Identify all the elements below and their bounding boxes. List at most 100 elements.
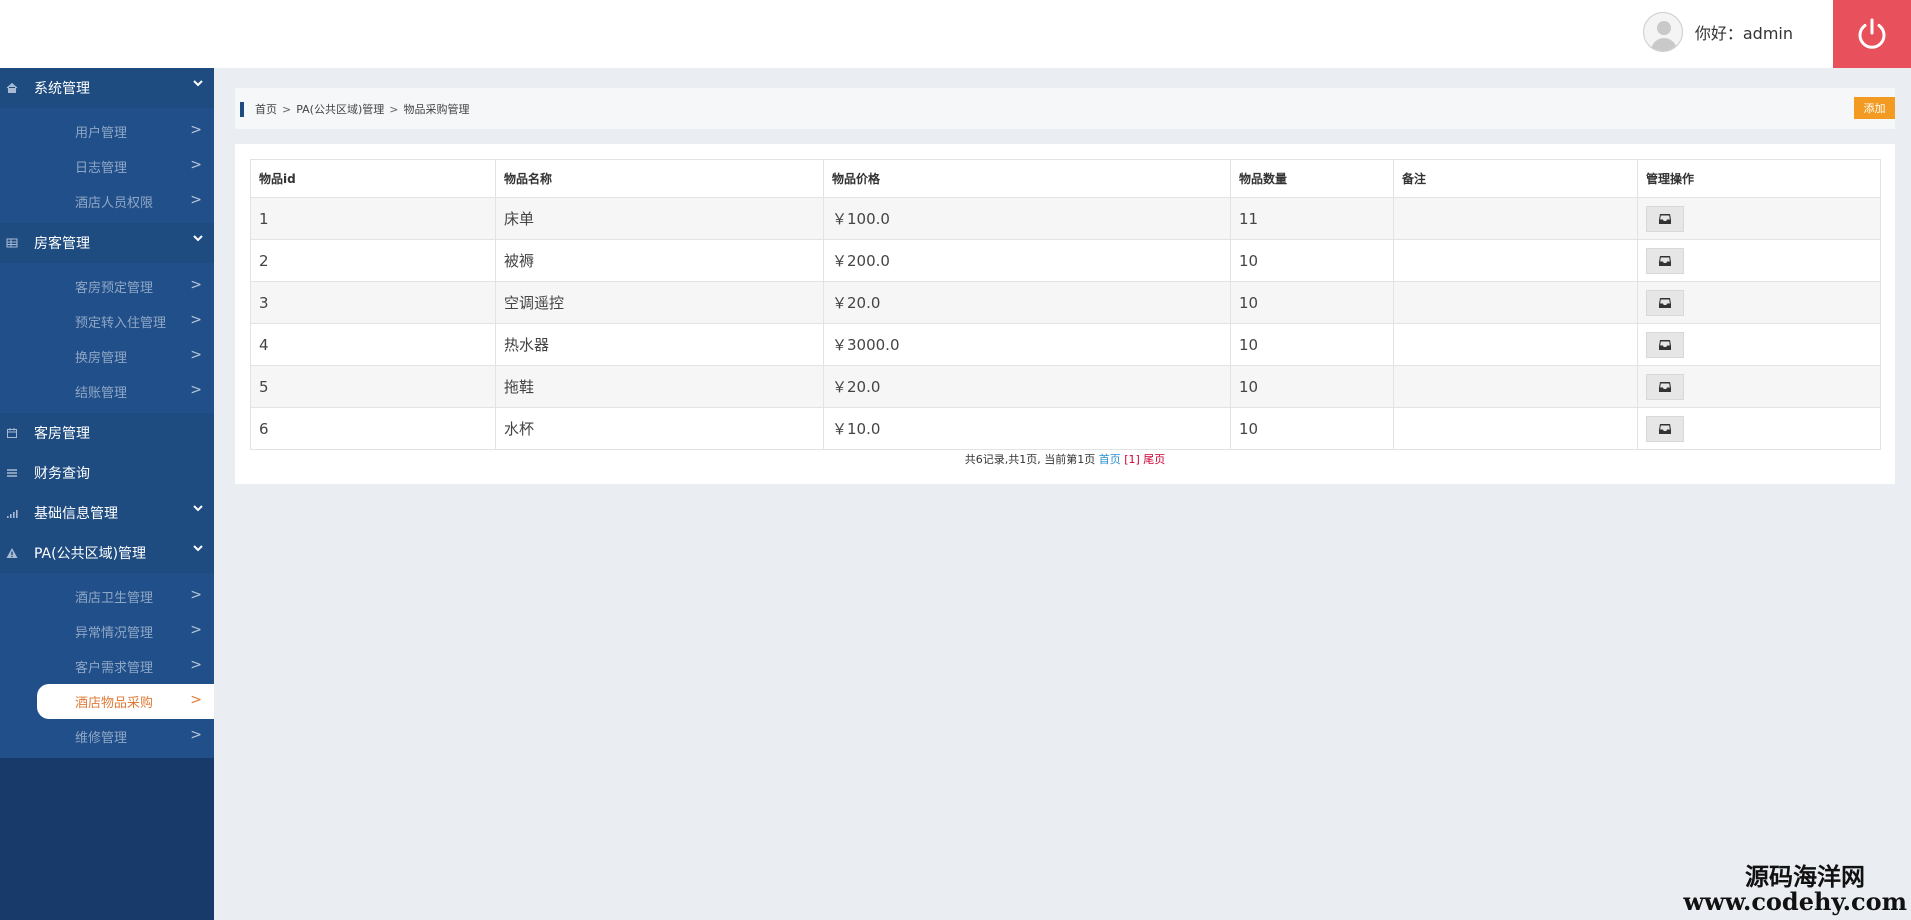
edit-row-button[interactable] xyxy=(1646,331,1684,358)
home-icon xyxy=(6,82,18,93)
table-icon xyxy=(6,238,18,248)
cell-actions xyxy=(1637,407,1881,450)
table-row: 4 热水器 ￥3000.0 10 xyxy=(250,323,1881,366)
sidebar-group-guests[interactable]: 房客管理 xyxy=(0,223,214,263)
cell-id: 1 xyxy=(250,197,496,240)
chevron-right-icon: > xyxy=(190,727,202,743)
cell-id: 6 xyxy=(250,407,496,450)
cell-id: 3 xyxy=(250,281,496,324)
pagination-last-link[interactable]: 尾页 xyxy=(1143,453,1165,466)
cell-remarks xyxy=(1393,197,1638,240)
edit-row-button[interactable] xyxy=(1646,247,1684,274)
sidebar-item-label: 客户需求管理 xyxy=(75,661,154,676)
sidebar-item-label: 财务查询 xyxy=(34,466,90,482)
sidebar-group-body: 客房预定管理 > 预定转入住管理 > 换房管理 > 结账管理 > xyxy=(0,263,214,413)
main-panel: 物品id 物品名称 物品价格 物品数量 备注 管理操作 1 床单 ￥100.0 11 2… xyxy=(235,144,1895,484)
sidebar-item-label: 酒店人员权限 xyxy=(75,196,154,211)
sidebar-item-hygiene[interactable]: 酒店卫生管理 > xyxy=(0,579,214,614)
sidebar-item-exceptions[interactable]: 异常情况管理 > xyxy=(0,614,214,649)
cell-name: 热水器 xyxy=(495,323,824,366)
avatar[interactable] xyxy=(1642,12,1683,52)
sidebar-item-staff-permissions[interactable]: 酒店人员权限 > xyxy=(0,184,214,219)
sidebar-group-pa[interactable]: PA(公共区域)管理 xyxy=(0,533,214,573)
table-row: 2 被褥 ￥200.0 10 xyxy=(250,239,1881,282)
sidebar-item-logs[interactable]: 日志管理 > xyxy=(0,149,214,184)
sidebar-item-label: 异常情况管理 xyxy=(75,626,154,641)
cell-price: ￥20.0 xyxy=(823,281,1231,324)
pagination-first-link[interactable]: 首页 xyxy=(1099,453,1121,466)
chevron-right-icon: > xyxy=(190,587,202,603)
sidebar-item-label: 预定转入住管理 xyxy=(75,316,167,331)
cell-id: 5 xyxy=(250,365,496,408)
sidebar-item-users[interactable]: 用户管理 > xyxy=(0,114,214,149)
sidebar-group-body: 酒店卫生管理 > 异常情况管理 > 客户需求管理 > 酒店物品采购 > 维修管理 > xyxy=(0,573,214,758)
column-header-id: 物品id xyxy=(250,159,496,198)
column-header-quantity: 物品数量 xyxy=(1230,159,1394,198)
column-header-remarks: 备注 xyxy=(1393,159,1638,198)
cell-actions xyxy=(1637,365,1881,408)
edit-row-button[interactable] xyxy=(1646,205,1684,232)
chevron-down-icon xyxy=(193,505,203,512)
add-button[interactable]: 添加 xyxy=(1854,97,1895,119)
breadcrumb-current: 物品采购管理 xyxy=(403,103,470,116)
chevron-right-icon: > xyxy=(190,312,202,328)
breadcrumb-level1[interactable]: PA(公共区域)管理 xyxy=(296,103,384,116)
sidebar-group-system[interactable]: 系统管理 xyxy=(0,68,214,108)
column-header-name: 物品名称 xyxy=(495,159,824,198)
chevron-right-icon: > xyxy=(190,347,202,363)
sidebar-group-label: 房客管理 xyxy=(34,236,90,252)
chevron-right-icon: > xyxy=(190,192,202,208)
inbox-icon xyxy=(1659,297,1671,308)
power-icon xyxy=(1858,18,1886,49)
sidebar-item-label: 客房管理 xyxy=(34,426,90,442)
pagination: 共6记录,共1页, 当前第1页 首页 [1] 尾页 xyxy=(235,451,1895,467)
inbox-icon xyxy=(1659,255,1671,266)
cell-price: ￥20.0 xyxy=(823,365,1231,408)
sidebar-item-label: 维修管理 xyxy=(75,731,128,746)
sidebar-item-booking-checkin[interactable]: 预定转入住管理 > xyxy=(0,304,214,339)
warning-icon xyxy=(6,548,18,558)
sidebar-item-customer-needs[interactable]: 客户需求管理 > xyxy=(0,649,214,684)
edit-row-button[interactable] xyxy=(1646,415,1684,442)
edit-row-button[interactable] xyxy=(1646,373,1684,400)
column-header-actions: 管理操作 xyxy=(1637,159,1881,198)
breadcrumb-home[interactable]: 首页 xyxy=(255,103,277,116)
cell-quantity: 10 xyxy=(1230,407,1394,450)
sidebar-item-label: 酒店物品采购 xyxy=(75,696,154,711)
greeting-text: 你好：admin xyxy=(1694,24,1793,43)
sidebar-item-label: 换房管理 xyxy=(75,351,128,366)
sidebar-item-rooms[interactable]: 客房管理 xyxy=(0,413,214,453)
inbox-icon xyxy=(1659,381,1671,392)
chevron-right-icon: > xyxy=(190,157,202,173)
sidebar-item-finance[interactable]: 财务查询 xyxy=(0,453,214,493)
cell-name: 水杯 xyxy=(495,407,824,450)
sidebar-group-basic-info[interactable]: 基础信息管理 xyxy=(0,493,214,533)
cell-actions xyxy=(1637,197,1881,240)
cell-price: ￥10.0 xyxy=(823,407,1231,450)
cell-name: 被褥 xyxy=(495,239,824,282)
cell-quantity: 10 xyxy=(1230,365,1394,408)
sidebar-item-label: 用户管理 xyxy=(75,126,128,141)
edit-row-button[interactable] xyxy=(1646,289,1684,316)
table-row: 6 水杯 ￥10.0 10 xyxy=(250,407,1881,450)
purchase-table: 物品id 物品名称 物品价格 物品数量 备注 管理操作 1 床单 ￥100.0 11 2… xyxy=(250,159,1881,450)
sidebar-item-room-change[interactable]: 换房管理 > xyxy=(0,339,214,374)
column-header-price: 物品价格 xyxy=(823,159,1231,198)
cell-price: ￥100.0 xyxy=(823,197,1231,240)
cell-name: 床单 xyxy=(495,197,824,240)
sidebar-item-label: 结账管理 xyxy=(75,386,128,401)
chevron-right-icon: > xyxy=(190,657,202,673)
cell-id: 4 xyxy=(250,323,496,366)
chevron-down-icon xyxy=(193,80,203,87)
sidebar-item-room-booking[interactable]: 客房预定管理 > xyxy=(0,269,214,304)
cell-name: 拖鞋 xyxy=(495,365,824,408)
logout-button[interactable] xyxy=(1833,0,1911,68)
sidebar-item-label: 酒店卫生管理 xyxy=(75,591,154,606)
cell-actions xyxy=(1637,239,1881,282)
sidebar-item-repairs[interactable]: 维修管理 > xyxy=(0,719,214,754)
sidebar-item-checkout[interactable]: 结账管理 > xyxy=(0,374,214,409)
cell-price: ￥3000.0 xyxy=(823,323,1231,366)
sidebar-item-purchasing[interactable]: 酒店物品采购 > xyxy=(37,684,214,719)
cell-quantity: 10 xyxy=(1230,239,1394,282)
cell-actions xyxy=(1637,323,1881,366)
